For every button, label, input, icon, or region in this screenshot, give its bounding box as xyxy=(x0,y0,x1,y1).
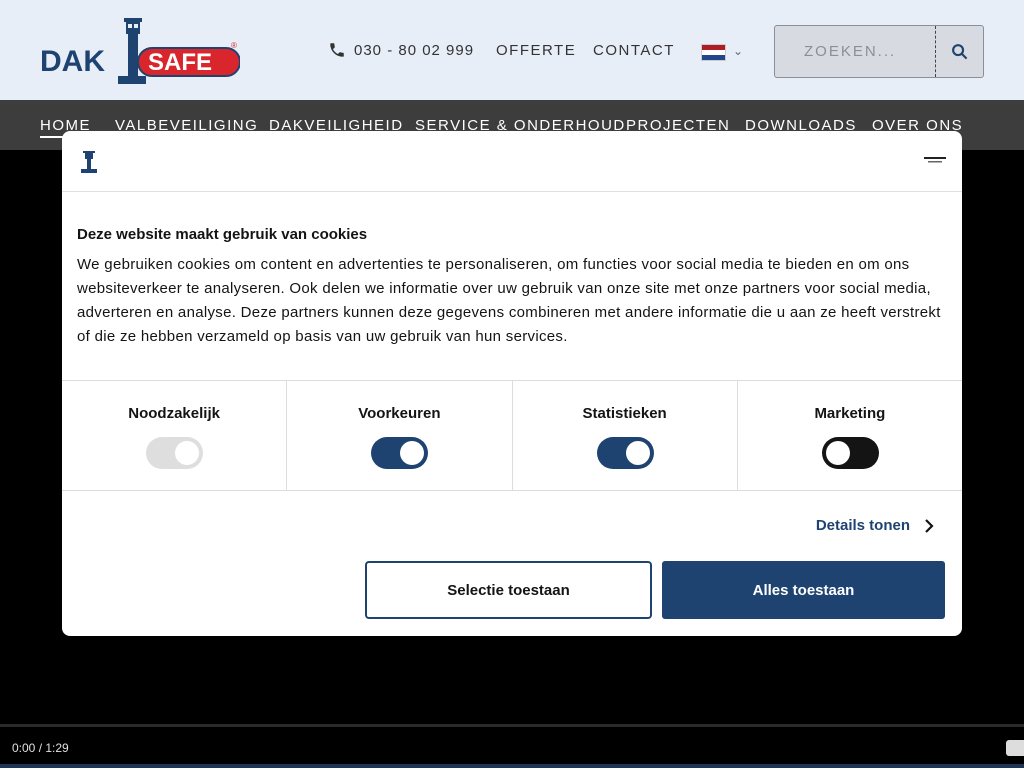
allow-selection-button[interactable]: Selectie toestaan xyxy=(365,561,652,619)
marketing-switch[interactable] xyxy=(821,437,879,469)
video-progress-bar[interactable] xyxy=(0,724,1024,727)
logo-registered-mark: ® xyxy=(231,41,237,50)
phone-icon xyxy=(330,43,344,57)
toggle-label-necessary: Noodzakelijk xyxy=(128,405,220,422)
logo-text-right: SAFE xyxy=(148,49,212,76)
offerte-link[interactable]: OFFERTE xyxy=(496,42,576,59)
language-flag-nl-icon[interactable] xyxy=(701,44,726,61)
cookie-toggle-group: Noodzakelijk Voorkeuren Statistieken Mar… xyxy=(62,380,962,491)
toggle-necessary: Noodzakelijk xyxy=(62,381,288,490)
switch-knob xyxy=(175,441,200,465)
preferences-switch[interactable] xyxy=(371,437,429,469)
daksafe-mark-icon xyxy=(81,151,97,173)
toggle-marketing: Marketing xyxy=(738,381,962,490)
cookie-dialog-text: We gebruiken cookies om content en adver… xyxy=(77,256,941,345)
toggle-preferences: Voorkeuren xyxy=(287,381,513,490)
details-toggle-link[interactable]: Details tonen xyxy=(816,517,934,534)
details-label: Details tonen xyxy=(815,517,910,534)
contact-link[interactable]: CONTACT xyxy=(593,42,675,59)
search-box xyxy=(774,25,984,78)
switch-knob xyxy=(400,441,425,465)
toggle-label-marketing: Marketing xyxy=(814,405,886,422)
chevron-right-icon xyxy=(925,518,934,533)
statistics-switch[interactable] xyxy=(596,437,654,469)
cookie-consent-dialog: Deze website maakt gebruik van cookies W… xyxy=(62,131,962,636)
chevron-down-icon[interactable]: ⌄ xyxy=(733,44,743,58)
search-input[interactable] xyxy=(775,26,935,77)
cookie-dialog-title: Deze website maakt gebruik van cookies xyxy=(77,226,368,243)
toggle-statistics: Statistieken xyxy=(513,381,738,490)
video-bottom-strip xyxy=(0,764,1024,768)
logo-text-left: DAK xyxy=(40,45,105,78)
site-header: DAK SAFE ® 030 - 80 02 999 OFFERTE CONTA… xyxy=(0,0,1024,100)
video-time: 0:00 / 1:29 xyxy=(12,741,69,755)
allow-all-button[interactable]: Alles toestaan xyxy=(662,561,945,619)
switch-knob xyxy=(625,441,650,465)
toggle-label-statistics: Statistieken xyxy=(582,405,667,422)
daksafe-logo[interactable]: DAK SAFE ® xyxy=(40,18,240,86)
search-icon xyxy=(952,44,968,60)
cookie-dialog-body: Deze website maakt gebruik van cookies W… xyxy=(62,192,962,381)
cookiebot-brand-icon[interactable] xyxy=(924,155,946,165)
phone-number: 030 - 80 02 999 xyxy=(354,41,475,59)
toggle-label-preferences: Voorkeuren xyxy=(358,405,441,422)
phone-link[interactable]: 030 - 80 02 999 xyxy=(328,41,474,59)
switch-knob xyxy=(825,441,850,465)
cookie-dialog-header xyxy=(62,131,962,192)
search-button[interactable] xyxy=(935,26,983,77)
captions-icon[interactable] xyxy=(1006,740,1024,756)
necessary-switch xyxy=(146,437,204,469)
